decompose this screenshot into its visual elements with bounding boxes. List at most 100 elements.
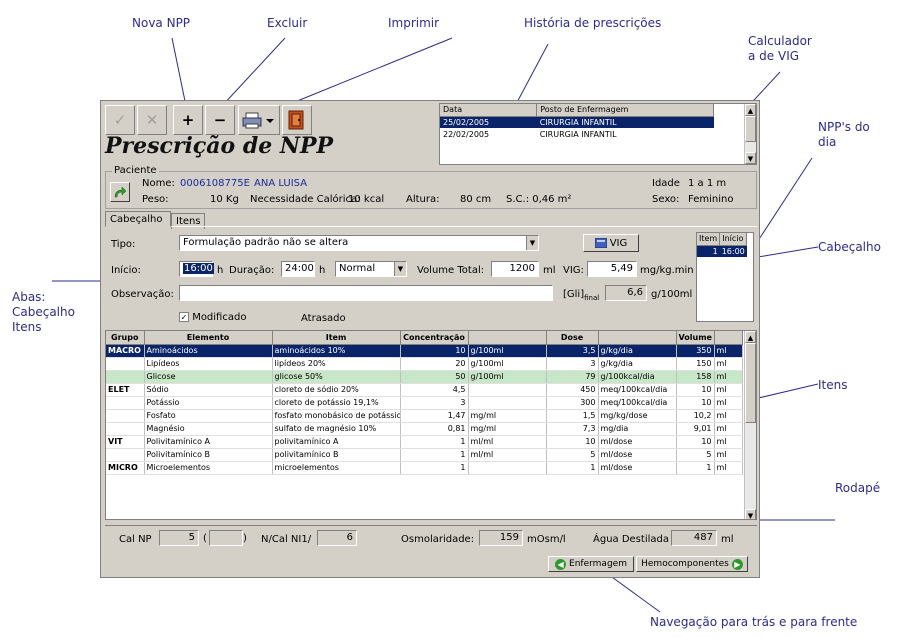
confirm-button[interactable]: ✓ xyxy=(105,105,135,135)
vig-calculator-button[interactable]: VIG xyxy=(583,234,639,252)
history-posto: CIRURGIA INFANTIL xyxy=(539,129,617,139)
col-item[interactable]: Item xyxy=(697,233,721,246)
page-title: Prescrição de NPP xyxy=(105,133,334,159)
table-row[interactable]: Fosfato fosfato monobásico de potássio 1,4… xyxy=(106,409,743,423)
grid-conc-unit: ml/ml xyxy=(468,448,547,462)
table-row[interactable]: Lipídeos lipídeos 20% 20 g/100ml 3 g/kg/dia 15… xyxy=(106,357,743,371)
grid-volume: 350 xyxy=(676,344,715,358)
col-posto[interactable]: Posto de Enfermagem xyxy=(536,104,714,117)
npp-dia-list[interactable]: Item Início 1 16:00 xyxy=(696,232,754,322)
chevron-down-icon[interactable]: ▼ xyxy=(394,262,406,276)
table-row[interactable]: Potássio cloreto de potássio 19,1% 3 300 meq… xyxy=(106,396,743,410)
history-date: 25/02/2005 xyxy=(440,116,537,128)
volume-unit: ml xyxy=(543,265,556,276)
back-enfermagem-button[interactable]: ◀ Enfermagem xyxy=(548,556,634,572)
scroll-thumb[interactable] xyxy=(745,116,756,142)
col-inicio[interactable]: Início xyxy=(719,233,748,246)
tipo-select[interactable]: Formulação padrão não se altera ▼ xyxy=(179,235,539,251)
table-row[interactable]: VIT Polivitamínico Apolivitamínico A 1 ml/m… xyxy=(106,434,743,449)
grid-col-header[interactable]: Grupo xyxy=(106,331,145,345)
scroll-up-icon[interactable]: ▲ xyxy=(745,104,756,116)
grid-col-header[interactable] xyxy=(598,331,677,345)
patient-link-button[interactable] xyxy=(110,182,130,202)
tipo-value: Formulação padrão não se altera xyxy=(183,237,349,248)
grid-volume: 158 xyxy=(676,370,715,384)
grid-grupo: ELET xyxy=(106,382,145,397)
grid-concentracao: 3 xyxy=(400,396,469,410)
table-row[interactable]: Glicose glicose 50% 50 g/100ml 79 g/100kcal/d… xyxy=(106,370,743,384)
annotation-calculadora-l1: Calculador xyxy=(748,34,812,48)
history-row[interactable]: 22/02/2005 CIRURGIA INFANTIL xyxy=(440,128,714,140)
exit-button[interactable] xyxy=(282,105,312,135)
table-row[interactable]: Magnésio sulfato de magnésio 10% 0,81 mg/ml… xyxy=(106,422,743,436)
modificado-label: Modificado xyxy=(192,312,247,323)
grid-conc-unit: mg/ml xyxy=(468,409,547,423)
delete-button[interactable]: − xyxy=(205,105,235,135)
grid-col-header[interactable] xyxy=(468,331,547,345)
tab-cabecalho[interactable]: Cabeçalho xyxy=(105,211,171,227)
chevron-down-icon[interactable]: ▼ xyxy=(526,236,538,250)
items-grid[interactable]: Grupo Elemento Item Concentração Dose Volume … xyxy=(105,330,757,520)
vig-input[interactable]: 5,49 xyxy=(587,261,637,277)
forward-hemocomponentes-button[interactable]: Hemocomponentes ▶ xyxy=(636,556,748,572)
print-button[interactable] xyxy=(238,105,280,135)
grid-vol-unit: ml xyxy=(714,344,743,358)
cancel-button[interactable]: ✕ xyxy=(137,105,167,135)
annotation-npps-l2: dia xyxy=(818,135,837,149)
altura-label: Altura: xyxy=(406,194,440,205)
paren-open: ( xyxy=(203,533,207,544)
grid-dose-unit: g/100kcal/dia xyxy=(598,370,677,384)
grid-col-header[interactable]: Dose xyxy=(546,331,599,345)
npp-inicio: 16:00 xyxy=(719,245,747,257)
npp-dia-row[interactable]: 1 16:00 xyxy=(697,245,747,257)
grid-concentracao: 50 xyxy=(400,370,469,384)
inicio-input[interactable]: 16:00 xyxy=(179,261,214,277)
ncal-value: 6 xyxy=(346,532,353,543)
vig-value: 5,49 xyxy=(610,263,633,274)
grid-dose: 3 xyxy=(546,357,599,371)
grid-col-header[interactable]: Volume xyxy=(676,331,715,345)
grid-col-header[interactable]: Elemento xyxy=(144,331,273,345)
table-row[interactable]: MACRO Aminoácidos aminoácidos 10% 10 g/100ml… xyxy=(106,344,743,358)
grid-col-header[interactable]: Item xyxy=(272,331,401,345)
checkbox-checked-icon[interactable]: ✓ xyxy=(179,312,189,322)
col-data[interactable]: Data xyxy=(440,104,538,117)
osm-value: 159 xyxy=(499,532,519,543)
table-row[interactable]: ELET Sódio cloreto de sódio 20% 4,5 450 meq/1… xyxy=(106,382,743,397)
table-row[interactable]: Polivitamínico Bpolivitamínico B 1 ml/ml 5 m… xyxy=(106,448,743,462)
grid-col-header[interactable]: Concentração xyxy=(400,331,469,345)
grid-dose-unit: ml/dose xyxy=(598,460,677,475)
npp-window: ✓ ✕ + − Prescrição de NPP Data Posto de E… xyxy=(100,100,760,578)
obs-input[interactable] xyxy=(179,285,553,301)
vig-label: VIG: xyxy=(563,265,584,276)
grid-elemento: Polivitamínico B xyxy=(144,448,273,462)
modificado-checkbox[interactable]: ✓ Modificado xyxy=(179,312,246,323)
grid-dose: 10 xyxy=(546,434,599,449)
scroll-up-icon[interactable]: ▲ xyxy=(745,331,756,343)
grid-vscrollbar[interactable]: ▲ ▼ xyxy=(744,331,756,519)
table-row[interactable]: MICRO Microelementos microelementos 1 1 ml/do… xyxy=(106,460,743,475)
history-row[interactable]: 25/02/2005 CIRURGIA INFANTIL xyxy=(440,116,714,128)
modo-select[interactable]: Normal ▼ xyxy=(335,261,407,277)
new-npp-button[interactable]: + xyxy=(173,105,203,135)
calnp-value: 5 xyxy=(188,532,195,543)
vig-button-label: VIG xyxy=(609,237,628,249)
history-scrollbar[interactable]: ▲ ▼ xyxy=(744,104,756,164)
grid-item: glicose 50% xyxy=(272,370,401,384)
grid-volume: 10 xyxy=(676,434,715,449)
osm-label: Osmolaridade: xyxy=(401,534,475,545)
patient-legend: Paciente xyxy=(112,165,159,176)
grid-dose-unit: meq/100kcal/dia xyxy=(598,382,677,397)
grid-col-header[interactable] xyxy=(714,331,743,345)
scroll-down-icon[interactable]: ▼ xyxy=(745,509,756,519)
duracao-input[interactable]: 24:00 xyxy=(281,261,315,277)
scroll-down-icon[interactable]: ▼ xyxy=(745,152,756,164)
history-list[interactable]: Data Posto de Enfermagem 25/02/2005 CIRURG… xyxy=(439,103,757,165)
duracao-value: 24:00 xyxy=(285,263,314,274)
sexo-value: Feminino xyxy=(688,194,734,205)
gli-label-main: [Gli] xyxy=(563,289,585,300)
idade-label: Idade xyxy=(652,178,680,189)
scroll-thumb[interactable] xyxy=(745,343,756,423)
arrow-left-icon: ◀ xyxy=(555,558,567,570)
volume-input[interactable]: 1200 xyxy=(491,261,539,277)
